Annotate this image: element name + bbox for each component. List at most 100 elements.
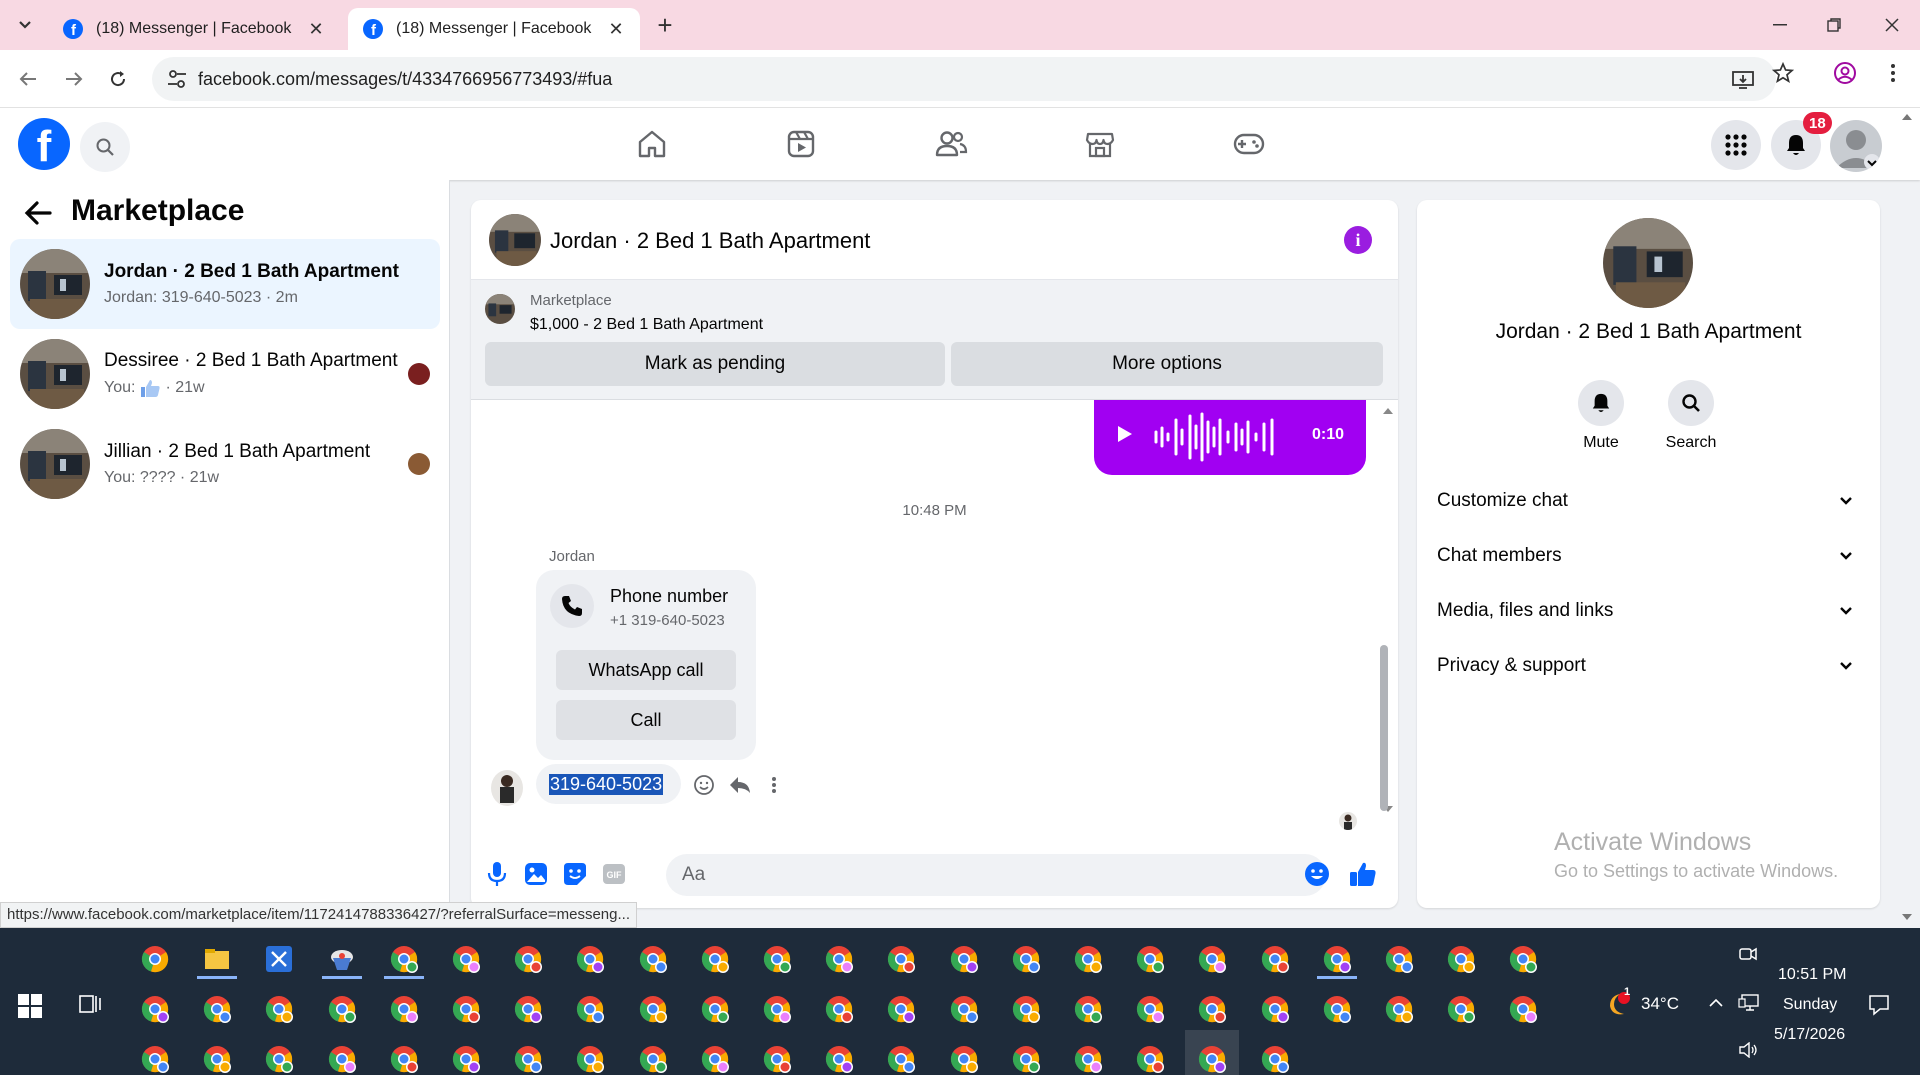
chrome-taskbar-icon[interactable] (513, 944, 543, 974)
chrome-taskbar-icon[interactable] (824, 944, 854, 974)
menu-grid-icon[interactable] (1711, 120, 1761, 170)
chrome-taskbar-icon[interactable] (1322, 994, 1352, 1024)
mark-as-pending-button[interactable]: Mark as pending (485, 342, 945, 386)
chrome-taskbar-icon[interactable] (1508, 994, 1538, 1024)
chrome-taskbar-icon[interactable] (1446, 944, 1476, 974)
call-button[interactable]: Call (556, 700, 736, 740)
chrome-taskbar-icon[interactable] (1384, 994, 1414, 1024)
thumbs-up-send-icon[interactable] (1349, 860, 1377, 888)
chrome-taskbar-icon[interactable] (513, 994, 543, 1024)
chat-scroll-thumb[interactable] (1380, 645, 1388, 811)
close-window-button[interactable] (1864, 0, 1920, 50)
chat-avatar[interactable] (489, 214, 541, 266)
address-bar[interactable]: facebook.com/messages/t/4334766956773493… (152, 57, 1776, 101)
chrome-taskbar-icon[interactable] (1073, 1044, 1103, 1074)
chrome-taskbar-icon[interactable] (638, 1044, 668, 1074)
chrome-taskbar-icon[interactable] (1135, 994, 1165, 1024)
chrome-taskbar-icon[interactable] (1011, 994, 1041, 1024)
install-app-icon[interactable] (1730, 67, 1756, 93)
chat-title[interactable]: Jordan · 2 Bed 1 Bath Apartment (550, 228, 870, 254)
chrome-taskbar-icon[interactable] (1073, 994, 1103, 1024)
tab-close-icon[interactable]: ✕ (306, 19, 326, 39)
paint-icon[interactable] (327, 944, 357, 974)
chrome-taskbar-icon[interactable] (762, 1044, 792, 1074)
page-scroll-down-icon[interactable] (1900, 912, 1914, 922)
home-icon[interactable] (634, 126, 670, 162)
task-view-icon[interactable] (78, 992, 102, 1016)
marketplace-icon[interactable] (1082, 126, 1118, 162)
message-input[interactable]: Aa (666, 854, 1326, 896)
chrome-taskbar-icon[interactable] (762, 994, 792, 1024)
conversation-item[interactable]: Jordan · 2 Bed 1 Bath Apartment Jordan: … (10, 239, 440, 329)
bookmark-star-icon[interactable] (1770, 60, 1796, 86)
sender-avatar[interactable] (491, 770, 523, 806)
chrome-taskbar-icon[interactable] (949, 944, 979, 974)
conversation-item[interactable]: Jillian · 2 Bed 1 Bath Apartment You: ??… (10, 419, 440, 509)
tray-chevron-up-icon[interactable] (1708, 998, 1724, 1008)
voice-message-bubble[interactable]: 0:10 (1094, 400, 1366, 475)
chrome-taskbar-icon[interactable] (1446, 994, 1476, 1024)
forward-icon[interactable] (60, 65, 88, 93)
chrome-taskbar-icon[interactable] (1508, 944, 1538, 974)
search-conversation-button[interactable]: Search (1651, 380, 1731, 452)
chrome-taskbar-icon[interactable] (949, 1044, 979, 1074)
meet-now-icon[interactable] (1738, 944, 1758, 964)
scroll-up-arrow-icon[interactable] (1381, 406, 1395, 416)
conversation-item[interactable]: Dessiree · 2 Bed 1 Bath Apartment You: ·… (10, 329, 440, 419)
clock-day[interactable]: Sunday (1783, 996, 1837, 1014)
chrome-taskbar-icon[interactable] (886, 1044, 916, 1074)
notification-center-icon[interactable] (1868, 994, 1890, 1016)
chrome-taskbar-icon[interactable] (824, 1044, 854, 1074)
chrome-taskbar-icon[interactable] (202, 994, 232, 1024)
site-settings-icon[interactable] (166, 68, 188, 90)
listing-title[interactable]: $1,000 - 2 Bed 1 Bath Apartment (530, 316, 763, 334)
back-icon[interactable] (14, 65, 42, 93)
chrome-taskbar-icon[interactable] (638, 994, 668, 1024)
chrome-taskbar-icon[interactable] (1197, 994, 1227, 1024)
chrome-taskbar-icon[interactable] (451, 944, 481, 974)
chrome-taskbar-icon[interactable] (1260, 944, 1290, 974)
windows-start-icon[interactable] (18, 994, 42, 1018)
chrome-taskbar-icon[interactable] (327, 1044, 357, 1074)
more-actions-icon[interactable] (761, 772, 787, 798)
chrome-taskbar-icon[interactable] (762, 944, 792, 974)
browser-tab-1[interactable]: f (18) Messenger | Facebook ✕ (48, 8, 340, 50)
details-avatar[interactable] (1603, 218, 1693, 308)
mute-button[interactable]: Mute (1561, 380, 1641, 452)
chrome-taskbar-icon[interactable] (389, 994, 419, 1024)
listing-thumbnail[interactable] (485, 294, 515, 324)
chrome-taskbar-icon[interactable] (1260, 1044, 1290, 1074)
account-avatar[interactable] (1830, 120, 1882, 172)
privacy-support-row[interactable]: Privacy & support (1437, 646, 1860, 686)
info-icon[interactable]: i (1344, 226, 1372, 254)
chrome-taskbar-icon[interactable] (1135, 944, 1165, 974)
message-text[interactable]: 319-640-5023 (549, 773, 664, 795)
chrome-taskbar-icon[interactable] (389, 944, 419, 974)
facebook-logo[interactable]: f (18, 118, 70, 171)
restore-button[interactable] (1806, 0, 1862, 50)
chrome-taskbar-icon[interactable] (886, 944, 916, 974)
sticker-icon[interactable] (561, 860, 589, 888)
chrome-taskbar-icon[interactable] (264, 1044, 294, 1074)
weather-temperature[interactable]: 34°C (1641, 994, 1679, 1014)
network-icon[interactable] (1738, 994, 1760, 1012)
chrome-taskbar-icon[interactable] (886, 994, 916, 1024)
chrome-taskbar-icon[interactable] (513, 1044, 543, 1074)
media-files-links-row[interactable]: Media, files and links (1437, 591, 1860, 631)
chrome-taskbar-icon[interactable] (140, 994, 170, 1024)
search-icon[interactable] (80, 122, 130, 172)
reply-icon[interactable] (727, 772, 753, 798)
play-icon[interactable] (1116, 424, 1134, 444)
gif-icon[interactable]: GIF (600, 860, 628, 888)
clock-date[interactable]: 5/17/2026 (1774, 1026, 1845, 1044)
friends-icon[interactable] (933, 126, 969, 162)
new-tab-button[interactable]: + (652, 12, 678, 39)
chrome-taskbar-icon[interactable] (700, 1044, 730, 1074)
chrome-taskbar-icon[interactable] (1011, 1044, 1041, 1074)
customize-chat-row[interactable]: Customize chat (1437, 481, 1860, 521)
chrome-taskbar-icon[interactable] (327, 994, 357, 1024)
chrome-taskbar-icon[interactable] (1197, 1044, 1227, 1074)
microphone-icon[interactable] (483, 860, 511, 888)
volume-icon[interactable] (1738, 1042, 1758, 1058)
clock-time[interactable]: 10:51 PM (1778, 966, 1846, 984)
